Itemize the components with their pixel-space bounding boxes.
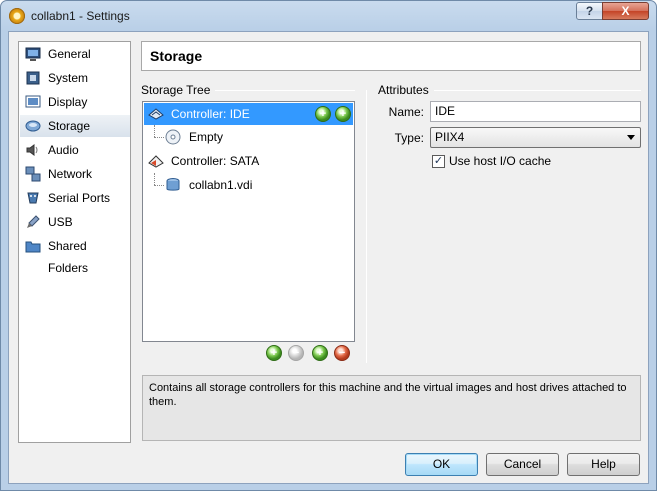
sidebar-item-label: Display — [48, 95, 88, 109]
sidebar-item-label: Shared Folders — [48, 239, 89, 275]
folder-icon — [25, 241, 41, 253]
settings-sidebar: General System Display Storage Audio Net… — [18, 41, 131, 443]
tree-item-label: Controller: SATA — [171, 154, 260, 168]
dialog-body: General System Display Storage Audio Net… — [8, 31, 649, 484]
sidebar-item-label: System — [48, 71, 89, 85]
sidebar-item-label: Audio — [48, 143, 79, 157]
sidebar-item-storage[interactable]: Storage — [20, 115, 130, 137]
chip-icon — [26, 71, 40, 85]
sata-controller-icon — [148, 155, 164, 168]
sidebar-item-usb[interactable]: USB — [20, 211, 130, 233]
tree-line — [154, 137, 164, 138]
sidebar-item-serial-ports[interactable]: Serial Ports — [20, 187, 130, 209]
name-label: Name: — [388, 105, 424, 119]
monitor-icon — [25, 47, 41, 61]
title-bar: collabn1 - Settings ? X — [1, 1, 656, 31]
tree-item-controller-ide[interactable]: Controller: IDE + + — [144, 103, 353, 125]
remove-attachment-icon[interactable]: − — [334, 345, 350, 361]
page-title: Storage — [141, 41, 641, 71]
type-select[interactable]: PIIX4 — [430, 127, 641, 148]
hard-disk-icon — [166, 178, 180, 191]
type-select-value: PIIX4 — [435, 130, 465, 144]
host-io-cache-checkbox[interactable]: ✓ — [432, 155, 445, 168]
tree-line — [154, 185, 164, 186]
gear-icon — [9, 8, 25, 24]
chevron-down-icon — [627, 135, 635, 140]
help-button[interactable]: Help — [567, 453, 640, 476]
tree-line — [154, 173, 155, 185]
sidebar-item-label: Network — [48, 167, 93, 181]
storage-tree[interactable]: Controller: IDE + + Empty Controller: SA… — [142, 101, 355, 342]
vertical-divider — [366, 90, 367, 363]
tree-item-label: collabn1.vdi — [189, 178, 253, 192]
sidebar-item-network[interactable]: Network — [20, 163, 130, 185]
name-field[interactable]: IDE — [430, 101, 641, 122]
attributes-label: Attributes — [378, 83, 429, 97]
cancel-button[interactable]: Cancel — [486, 453, 559, 476]
disk-icon — [25, 120, 41, 132]
sidebar-item-system[interactable]: System — [20, 67, 130, 89]
add-attachment-icon[interactable]: + — [312, 345, 328, 361]
sidebar-item-audio[interactable]: Audio — [20, 139, 130, 161]
type-label: Type: — [394, 131, 424, 145]
sidebar-item-label: Storage — [48, 119, 91, 133]
tree-item-label: Controller: IDE — [171, 107, 250, 121]
tree-item-controller-sata[interactable]: Controller: SATA — [144, 150, 353, 172]
ide-controller-icon — [148, 108, 164, 120]
tree-item-vdi[interactable]: collabn1.vdi — [165, 174, 345, 196]
window-title: collabn1 - Settings — [31, 9, 130, 23]
storage-tree-label: Storage Tree — [141, 83, 211, 97]
add-controller-icon[interactable]: + — [266, 345, 282, 361]
tree-item-empty[interactable]: Empty — [165, 126, 345, 148]
remove-controller-icon[interactable]: − — [288, 345, 304, 361]
speaker-icon — [26, 144, 38, 156]
network-icon — [25, 166, 41, 182]
host-io-cache-label[interactable]: Use host I/O cache — [449, 154, 551, 168]
title-help-button[interactable]: ? — [576, 2, 603, 20]
divider — [434, 90, 641, 91]
sidebar-item-general[interactable]: General — [20, 43, 130, 65]
tree-line — [154, 125, 155, 137]
tree-item-label: Empty — [189, 130, 224, 144]
usb-icon — [27, 215, 40, 228]
close-button[interactable]: X — [602, 2, 649, 20]
display-icon — [25, 95, 41, 108]
sidebar-item-shared-folders[interactable]: Shared Folders — [20, 235, 130, 275]
sidebar-item-display[interactable]: Display — [20, 91, 130, 113]
serial-port-icon — [27, 192, 39, 204]
add-hard-disk-icon[interactable]: + — [335, 106, 351, 122]
sidebar-item-label: USB — [48, 215, 73, 229]
description-panel: Contains all storage controllers for thi… — [142, 375, 641, 441]
divider — [215, 90, 355, 91]
sidebar-item-label: General — [48, 47, 91, 61]
ok-button[interactable]: OK — [405, 453, 478, 476]
cd-disc-icon — [165, 129, 181, 145]
add-cd-drive-icon[interactable]: + — [315, 106, 331, 122]
settings-window: collabn1 - Settings ? X General System D… — [0, 0, 657, 491]
sidebar-item-label: Serial Ports — [48, 191, 111, 205]
